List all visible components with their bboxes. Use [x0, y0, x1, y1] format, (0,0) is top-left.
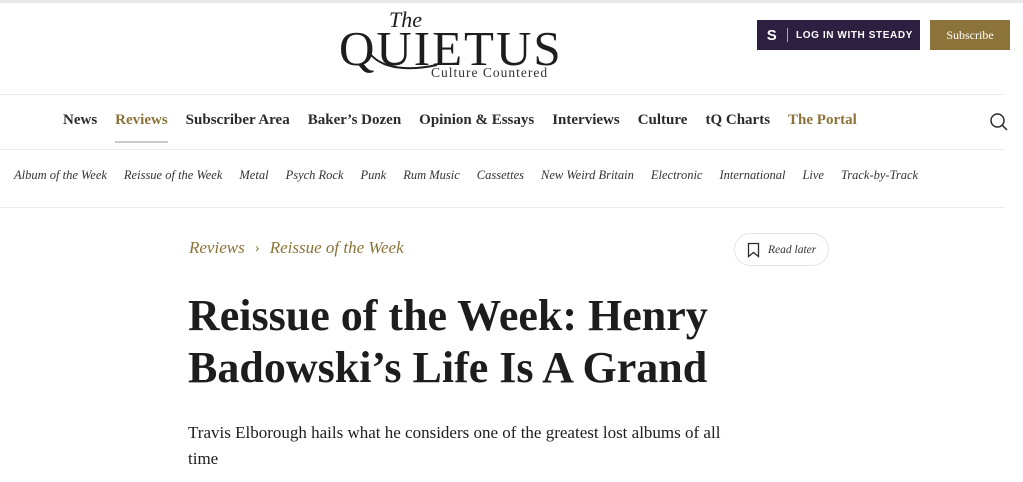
subnav-item-reissue-of-the-week[interactable]: Reissue of the Week [124, 168, 222, 183]
logo-tagline: Culture Countered [431, 65, 549, 80]
nav-item-news[interactable]: News [63, 112, 97, 129]
nav-item-reviews[interactable]: Reviews [115, 112, 168, 143]
subnav-divider [0, 207, 1005, 208]
breadcrumb-reissue-of-the-week[interactable]: Reissue of the Week [270, 238, 404, 258]
breadcrumb: Reviews › Reissue of the Week [189, 238, 404, 258]
nav-item-subscriber-area[interactable]: Subscriber Area [186, 112, 290, 129]
nav-item-bakers-dozen[interactable]: Baker’s Dozen [308, 112, 401, 129]
search-icon[interactable] [989, 112, 1009, 132]
subnav-item-album-of-the-week[interactable]: Album of the Week [14, 168, 107, 183]
article-standfirst: Travis Elborough hails what he considers… [188, 423, 721, 468]
breadcrumb-reviews[interactable]: Reviews [189, 238, 245, 258]
nav-item-the-portal[interactable]: The Portal [788, 112, 857, 129]
steady-login-button[interactable]: S LOG IN WITH STEADY [757, 20, 920, 50]
nav-divider [0, 149, 1005, 150]
nav-item-culture[interactable]: Culture [638, 112, 688, 129]
subscribe-button[interactable]: Subscribe [930, 20, 1010, 50]
top-divider [0, 0, 1023, 3]
subnav-item-live[interactable]: Live [802, 168, 824, 183]
subnav-item-new-weird-britain[interactable]: New Weird Britain [541, 168, 634, 183]
steady-login-label: LOG IN WITH STEADY [796, 29, 913, 41]
steady-logo-icon: S [766, 26, 778, 44]
subnav-item-international[interactable]: International [719, 168, 785, 183]
nav-item-tq-charts[interactable]: tQ Charts [705, 112, 770, 129]
subnav-item-rum-music[interactable]: Rum Music [403, 168, 460, 183]
subnav-item-psych-rock[interactable]: Psych Rock [286, 168, 344, 183]
sub-nav: Album of the Week Reissue of the Week Me… [14, 168, 935, 183]
steady-separator [787, 28, 788, 42]
main-nav: News Reviews Subscriber Area Baker’s Doz… [63, 112, 875, 143]
bookmark-icon [747, 242, 760, 258]
nav-item-interviews[interactable]: Interviews [552, 112, 620, 129]
article-title: Reissue of the Week: Henry Badowski’s Li… [188, 291, 708, 392]
logo-swash-icon [370, 54, 438, 70]
site-logo[interactable]: The QUIETUS Culture Countered [339, 7, 575, 85]
subnav-item-metal[interactable]: Metal [239, 168, 268, 183]
subnav-item-track-by-track[interactable]: Track-by-Track [841, 168, 918, 183]
subnav-item-cassettes[interactable]: Cassettes [477, 168, 524, 183]
subnav-item-punk[interactable]: Punk [361, 168, 387, 183]
chevron-right-icon: › [254, 239, 260, 256]
read-later-label: Read later [768, 243, 817, 256]
header-divider [0, 94, 1005, 95]
subnav-item-electronic[interactable]: Electronic [651, 168, 703, 183]
nav-item-opinion-essays[interactable]: Opinion & Essays [419, 112, 534, 129]
read-later-button[interactable]: Read later [734, 233, 829, 266]
